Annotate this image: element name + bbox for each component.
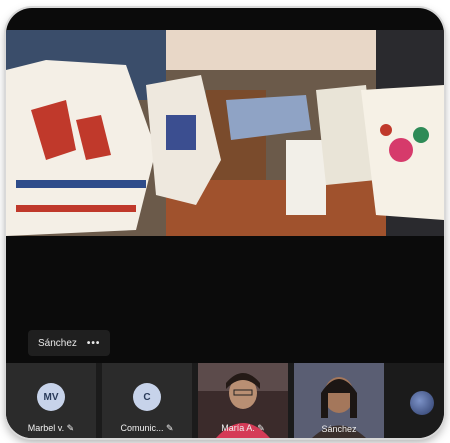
- participant-tile[interactable]: C Comunic... ✎: [102, 363, 192, 438]
- participant-name: María A. ✎: [221, 423, 265, 433]
- participant-name: Comunic... ✎: [120, 423, 174, 433]
- participant-video-tile[interactable]: Sánchez: [294, 363, 384, 438]
- craft-shop-scene: [6, 30, 444, 236]
- avatar: MV: [37, 383, 65, 411]
- participant-tile[interactable]: MV Marbel v. ✎: [6, 363, 96, 438]
- active-speaker-name: Sánchez: [38, 337, 77, 349]
- participant-name: Marbel v. ✎: [27, 423, 75, 433]
- shared-video-feed[interactable]: [6, 30, 444, 236]
- more-options-icon[interactable]: •••: [87, 338, 101, 349]
- overflow-participant-avatar[interactable]: [410, 391, 434, 415]
- avatar: C: [133, 383, 161, 411]
- participant-strip: MV Marbel v. ✎ C Comunic... ✎ María A. ✎: [6, 363, 444, 438]
- active-speaker-label[interactable]: Sánchez •••: [28, 330, 111, 356]
- participant-video-tile[interactable]: María A. ✎: [198, 363, 288, 438]
- participant-name: Sánchez: [321, 424, 357, 434]
- meeting-window: Sánchez ••• MV Marbel v. ✎ C Comunic... …: [6, 8, 444, 438]
